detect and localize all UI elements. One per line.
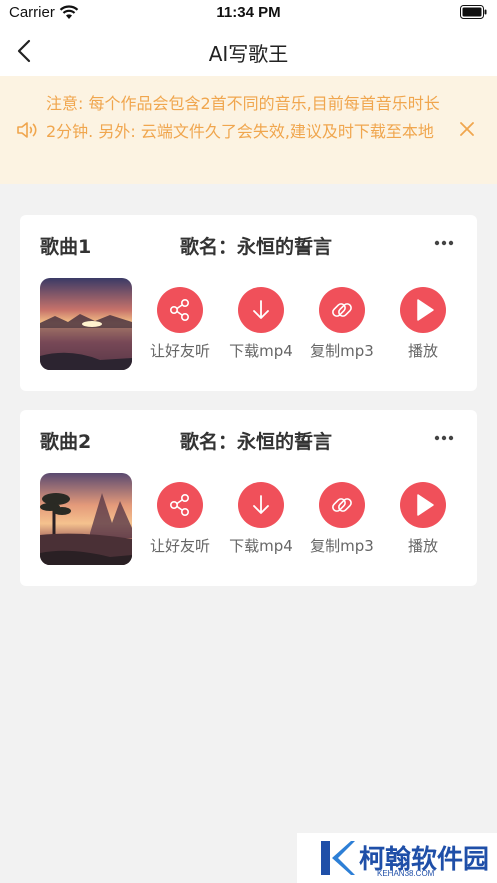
play-button-circle [400, 287, 446, 333]
link-icon [332, 303, 352, 317]
download-mp4-button[interactable]: 下载mp4 [221, 482, 301, 562]
song-cover-image [40, 278, 132, 370]
copy-label: 复制mp3 [310, 537, 374, 555]
share-to-friend-button[interactable]: 让好友听 [140, 482, 220, 562]
song-name: 歌名：永恒的誓言 [180, 236, 333, 258]
play-button[interactable]: 播放 [383, 482, 463, 562]
share-button-circle [157, 287, 203, 333]
share-icon [170, 299, 189, 321]
status-bar: Carrier 11:34 PM [0, 0, 497, 26]
song-index-label: 歌曲2 [40, 431, 92, 453]
play-icon [417, 494, 434, 516]
copy-label: 复制mp3 [310, 342, 374, 360]
share-button-circle [157, 482, 203, 528]
more-options-icon[interactable] [433, 430, 455, 446]
copy-mp3-button[interactable]: 复制mp3 [302, 482, 382, 562]
play-button[interactable]: 播放 [383, 287, 463, 367]
download-button-circle [238, 482, 284, 528]
share-label: 让好友听 [149, 537, 210, 555]
download-icon [253, 300, 269, 319]
song-name: 歌名：永恒的誓言 [180, 431, 333, 453]
song-cover-image [40, 473, 132, 565]
navigation-bar: AI写歌王 [0, 26, 497, 76]
download-label: 下载mp4 [229, 342, 293, 360]
download-mp4-button[interactable]: 下载mp4 [221, 287, 301, 367]
link-icon [332, 498, 352, 512]
play-button-circle [400, 482, 446, 528]
download-icon [253, 495, 269, 514]
play-label: 播放 [407, 537, 438, 555]
song-card: 歌曲1 歌名：永恒的誓言 让好友听 下载mp4 复制mp3 播放 [20, 215, 477, 391]
download-label: 下载mp4 [229, 537, 293, 555]
battery-icon [460, 5, 487, 19]
play-icon [417, 299, 434, 321]
copy-button-circle [319, 482, 365, 528]
close-icon[interactable] [459, 121, 475, 137]
watermark: 柯翰软件园 KEHAN38.COM [297, 833, 497, 883]
watermark-url: KEHAN38.COM [377, 869, 435, 878]
share-icon [170, 494, 189, 516]
more-options-icon[interactable] [433, 235, 455, 251]
play-label: 播放 [407, 342, 438, 360]
speaker-icon [17, 122, 37, 138]
song-card: 歌曲2 歌名：永恒的誓言 让好友听 下载mp4 复制mp3 播放 [20, 410, 477, 586]
watermark-logo-icon [321, 841, 355, 875]
share-label: 让好友听 [149, 342, 210, 360]
copy-mp3-button[interactable]: 复制mp3 [302, 287, 382, 367]
status-time: 11:34 PM [216, 4, 281, 21]
song-index-label: 歌曲1 [40, 236, 92, 258]
share-to-friend-button[interactable]: 让好友听 [140, 287, 220, 367]
page-title: AI写歌王 [208, 42, 289, 66]
download-button-circle [238, 287, 284, 333]
notice-text: 注意: 每个作品会包含2首不同的音乐,目前每首音乐时长2分钟. 另外: 云端文件… [46, 94, 440, 141]
copy-button-circle [319, 287, 365, 333]
